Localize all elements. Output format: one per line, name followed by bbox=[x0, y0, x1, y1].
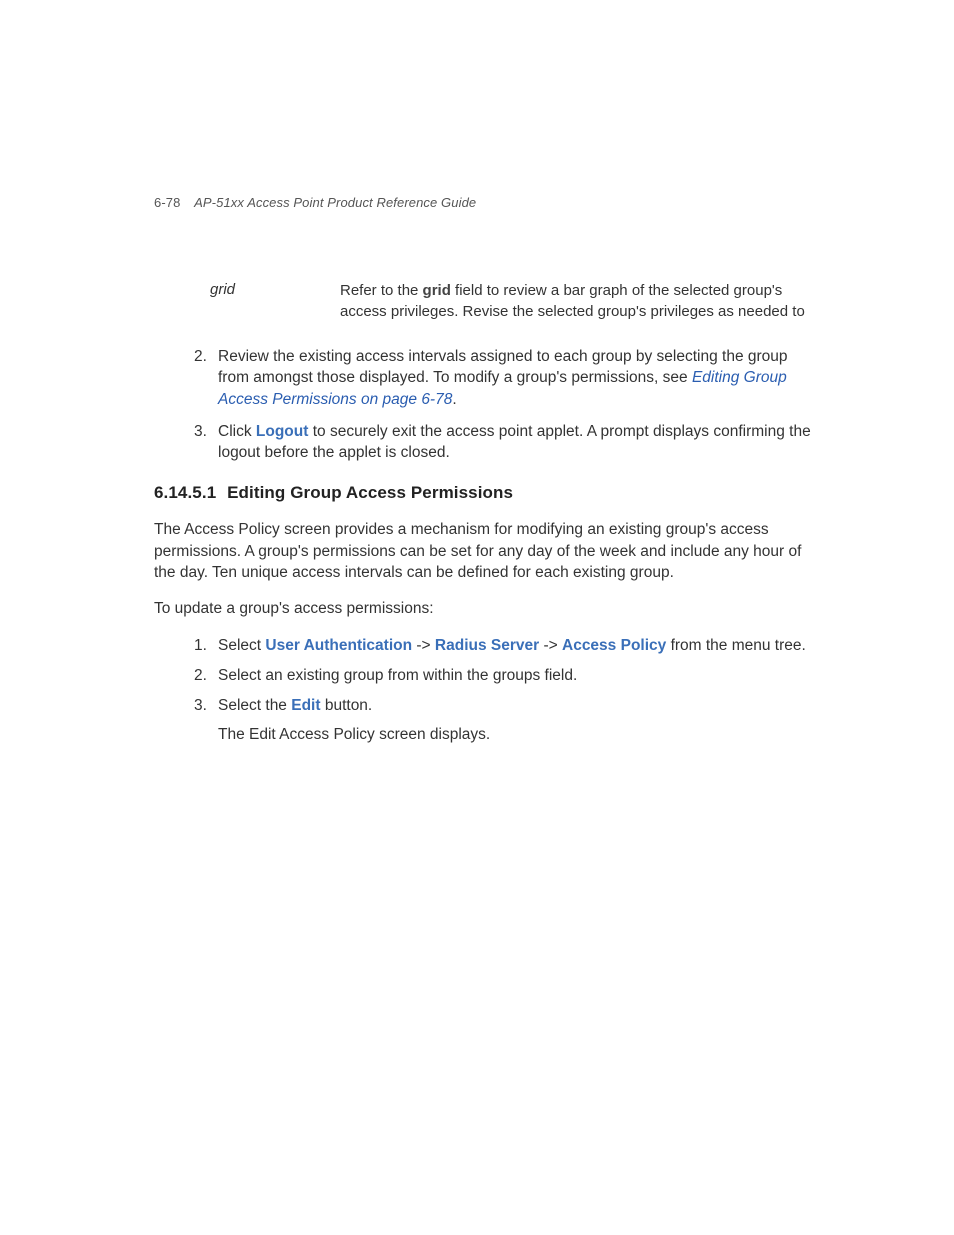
list-item: 3. Select the Edit button. bbox=[194, 694, 811, 718]
top-ordered-list: 2. Review the existing access intervals … bbox=[194, 346, 811, 464]
list-item: 1. Select User Authentication -> Radius … bbox=[194, 634, 811, 658]
sub-ordered-list: 1. Select User Authentication -> Radius … bbox=[194, 634, 811, 718]
list-item: 2. Select an existing group from within … bbox=[194, 664, 811, 688]
list-item: 2. Review the existing access intervals … bbox=[194, 346, 811, 411]
list-body: Click Logout to securely exit the access… bbox=[218, 421, 811, 464]
definition-description: Refer to the grid field to review a bar … bbox=[340, 280, 811, 322]
definition-row: grid Refer to the grid field to review a… bbox=[210, 280, 811, 322]
menu-path-bold: Access Policy bbox=[562, 637, 666, 654]
page-number: 6-78 bbox=[154, 195, 180, 210]
list-body: Select an existing group from within the… bbox=[218, 664, 811, 688]
follow-paragraph: The Edit Access Policy screen displays. bbox=[218, 724, 811, 746]
list-body: Select the Edit button. bbox=[218, 694, 811, 718]
subsection-number: 6.14.5.1 bbox=[154, 483, 216, 502]
list-item: 3. Click Logout to securely exit the acc… bbox=[194, 421, 811, 464]
logout-bold: Logout bbox=[256, 423, 309, 440]
menu-path-bold: User Authentication bbox=[265, 637, 412, 654]
subsection-heading: 6.14.5.1 Editing Group Access Permission… bbox=[154, 482, 811, 505]
subsection-title: Editing Group Access Permissions bbox=[227, 483, 513, 502]
paragraph: To update a group's access permissions: bbox=[154, 598, 811, 620]
guide-title: AP-51xx Access Point Product Reference G… bbox=[194, 195, 476, 210]
menu-path-bold: Radius Server bbox=[435, 637, 539, 654]
list-body: Select User Authentication -> Radius Ser… bbox=[218, 634, 811, 658]
list-number: 2. bbox=[194, 346, 218, 411]
list-body: Review the existing access intervals ass… bbox=[218, 346, 811, 411]
list-number: 1. bbox=[194, 634, 218, 658]
page-header: 6-78 AP-51xx Access Point Product Refere… bbox=[154, 194, 811, 212]
list-number: 3. bbox=[194, 421, 218, 464]
definition-term: grid bbox=[210, 280, 340, 322]
list-number: 3. bbox=[194, 694, 218, 718]
grid-bold: grid bbox=[423, 282, 451, 299]
edit-bold: Edit bbox=[291, 697, 320, 714]
list-number: 2. bbox=[194, 664, 218, 688]
paragraph: The Access Policy screen provides a mech… bbox=[154, 519, 811, 584]
